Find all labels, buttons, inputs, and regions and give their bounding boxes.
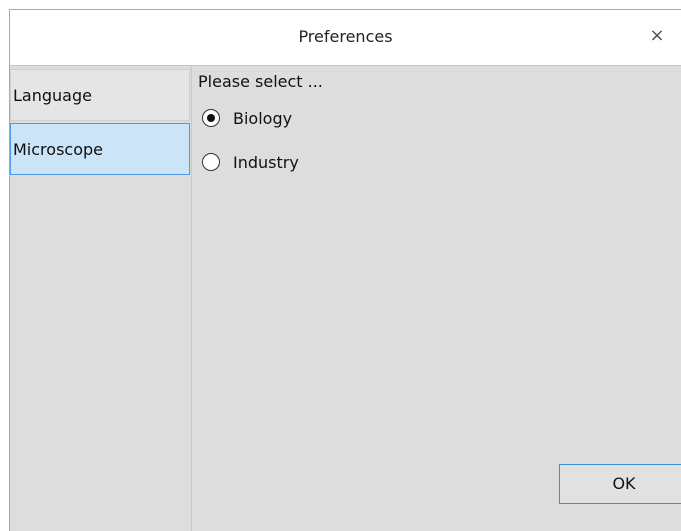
dialog-title: Preferences	[298, 27, 393, 46]
select-prompt: Please select ...	[198, 72, 323, 91]
preferences-sidebar: Language Microscope	[10, 66, 192, 531]
radio-option-industry[interactable]: Industry	[202, 150, 299, 174]
radio-biology[interactable]	[202, 109, 220, 127]
radio-label-biology[interactable]: Biology	[233, 109, 292, 128]
title-bar[interactable]: Preferences ×	[10, 10, 681, 66]
radio-industry[interactable]	[202, 153, 220, 171]
ok-button[interactable]: OK	[559, 464, 681, 504]
radio-label-industry[interactable]: Industry	[233, 153, 299, 172]
preferences-dialog: Preferences × Language Microscope Please…	[9, 9, 681, 531]
radio-option-biology[interactable]: Biology	[202, 106, 292, 130]
sidebar-item-language[interactable]: Language	[10, 69, 190, 121]
sidebar-item-microscope[interactable]: Microscope	[10, 123, 190, 175]
microscope-panel: Please select ... Biology Industry	[198, 66, 681, 531]
close-icon[interactable]: ×	[637, 18, 677, 54]
